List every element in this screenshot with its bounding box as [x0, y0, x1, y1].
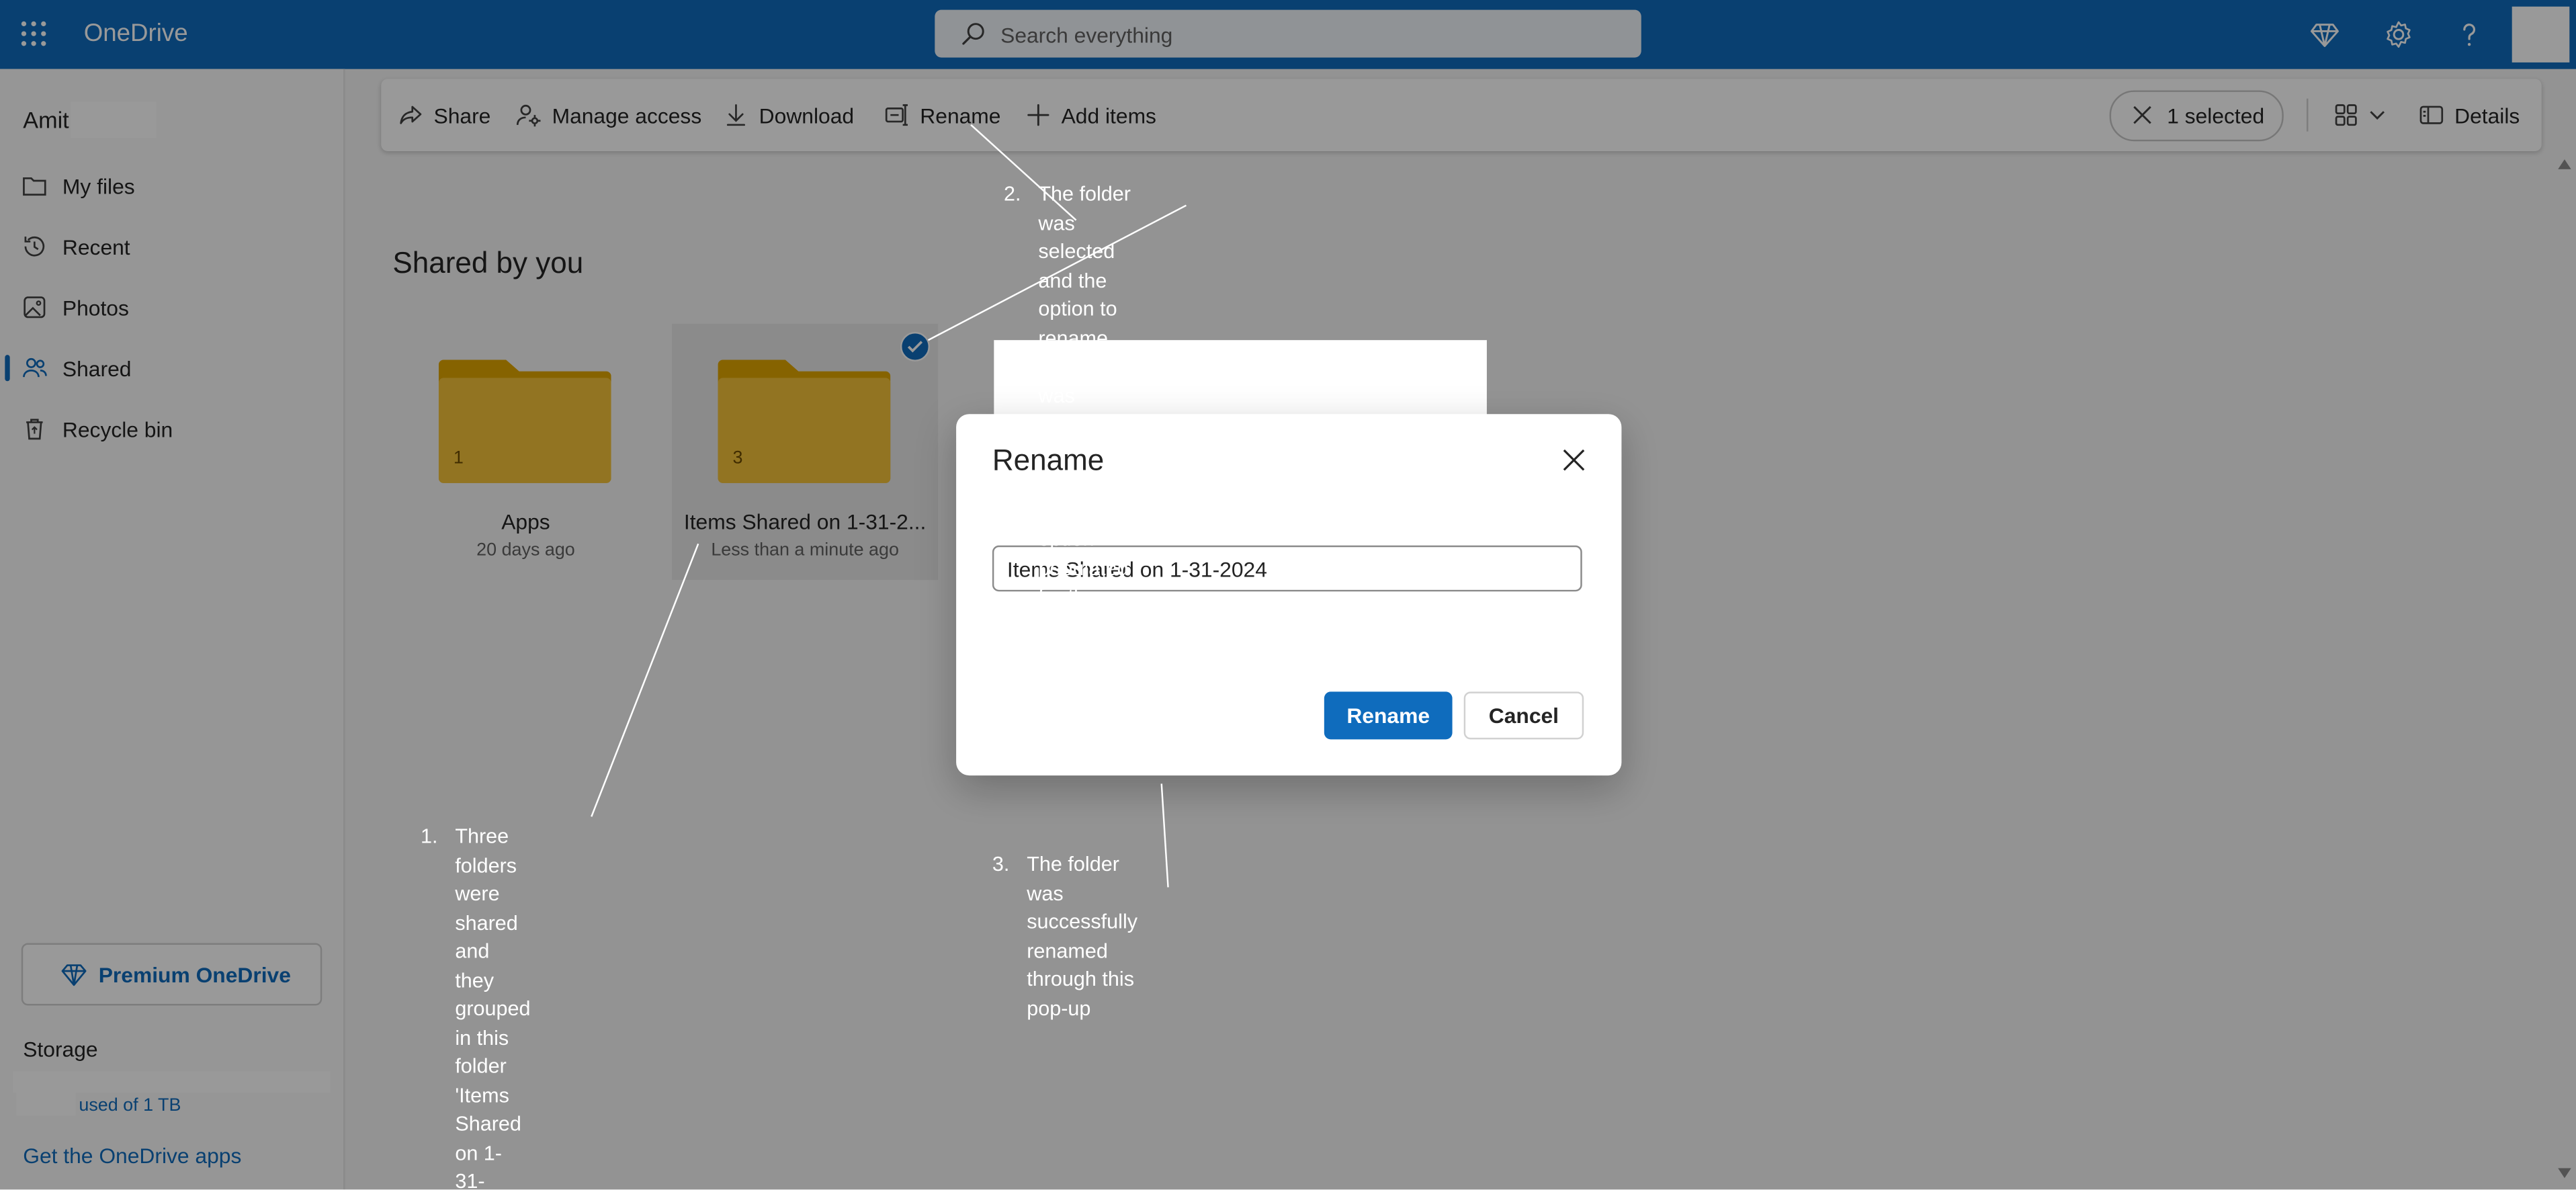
annotation-line: rename the folder was populated. [1038, 326, 1135, 435]
cancel-button[interactable]: Cancel [1463, 691, 1584, 740]
annotation-line: The folder was successfully renamed [1027, 853, 1138, 962]
annotation-line: 'Items Shared on 1-31-2024' [455, 1083, 521, 1190]
annotation-number: 1. [420, 824, 438, 848]
annotation-line: they grouped in this folder [455, 968, 531, 1078]
close-icon[interactable] [1562, 449, 1585, 472]
annotation-line: through this pop-up [1027, 968, 1134, 1020]
annotation-spacer [1038, 439, 1134, 468]
annotation-line: Note: The rename option populated for th… [1038, 470, 1129, 608]
annotation-number: 2. [1004, 182, 1021, 206]
annotation-line: Three folders were shared and [455, 824, 518, 963]
annotation-line: The folder was selected and the option t… [1038, 182, 1131, 321]
annotation-line: person who shared the folders. [1038, 613, 1106, 752]
annotation-number: 3. [992, 853, 1010, 876]
rename-confirm-button[interactable]: Rename [1324, 691, 1453, 740]
